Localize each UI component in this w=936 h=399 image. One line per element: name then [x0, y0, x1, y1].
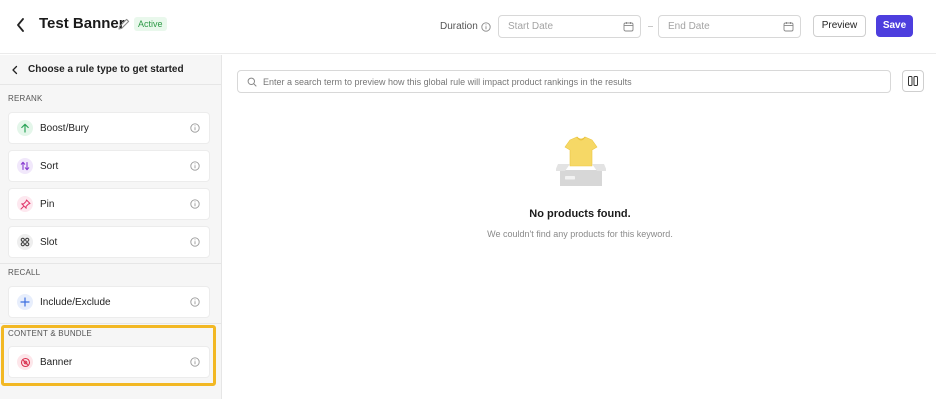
- sidebar-heading: Choose a rule type to get started: [28, 64, 184, 75]
- date-range-separator: [648, 26, 653, 27]
- rule-item-label: Sort: [40, 160, 59, 172]
- info-icon[interactable]: [190, 297, 200, 307]
- preview-button[interactable]: Preview: [813, 15, 866, 37]
- grid-slots-icon: [17, 234, 33, 250]
- info-icon[interactable]: [190, 161, 200, 171]
- plus-icon: [17, 294, 33, 310]
- rule-item-slot[interactable]: Slot: [8, 226, 210, 258]
- arrow-up-icon: [17, 120, 33, 136]
- pencil-icon: [118, 18, 130, 30]
- rule-item-label: Boost/Bury: [40, 122, 89, 134]
- end-date-placeholder: End Date: [668, 21, 710, 32]
- calendar-icon[interactable]: [783, 21, 794, 32]
- section-label-rerank: RERANK: [8, 94, 43, 103]
- rule-item-label: Pin: [40, 198, 55, 210]
- search-box[interactable]: [237, 70, 891, 93]
- sidebar-header[interactable]: Choose a rule type to get started: [0, 55, 221, 85]
- rule-type-sidebar: Choose a rule type to get started RERANK…: [0, 55, 222, 399]
- column-toggle-button[interactable]: [902, 70, 924, 92]
- empty-box-illustration: [556, 136, 606, 186]
- rule-item-label: Banner: [40, 356, 73, 368]
- sort-arrows-icon: [17, 158, 33, 174]
- banner-icon: [17, 354, 33, 370]
- calendar-icon[interactable]: [623, 21, 634, 32]
- info-icon[interactable]: [190, 237, 200, 247]
- page-title: Test Banner: [39, 15, 125, 32]
- duration-text: Duration: [440, 21, 478, 32]
- start-date-input[interactable]: Start Date: [498, 15, 641, 38]
- search-input[interactable]: [263, 76, 890, 87]
- columns-icon: [908, 76, 918, 86]
- rule-item-banner[interactable]: Banner: [8, 346, 210, 378]
- info-icon[interactable]: [190, 357, 200, 367]
- section-label-recall: RECALL: [8, 268, 41, 277]
- section-label-content-bundle: CONTENT & BUNDLE: [8, 329, 92, 338]
- start-date-placeholder: Start Date: [508, 21, 554, 32]
- empty-state-title: No products found.: [529, 208, 631, 220]
- rule-item-boost-bury[interactable]: Boost/Bury: [8, 112, 210, 144]
- search-icon: [247, 77, 257, 86]
- rule-item-label: Include/Exclude: [40, 296, 111, 308]
- edit-title-button[interactable]: [117, 17, 131, 31]
- info-icon[interactable]: [190, 199, 200, 209]
- rule-item-include-exclude[interactable]: Include/Exclude: [8, 286, 210, 318]
- info-icon[interactable]: [190, 123, 200, 133]
- rule-item-sort[interactable]: Sort: [8, 150, 210, 182]
- section-divider: [0, 263, 221, 264]
- save-button[interactable]: Save: [876, 15, 913, 37]
- chevron-left-icon: [17, 18, 24, 32]
- info-icon[interactable]: [481, 21, 491, 32]
- back-button[interactable]: [12, 15, 30, 35]
- chevron-left-icon: [12, 65, 18, 74]
- rule-item-pin[interactable]: Pin: [8, 188, 210, 220]
- section-divider: [0, 323, 221, 324]
- rule-item-label: Slot: [40, 236, 58, 248]
- duration-label: Duration: [440, 21, 491, 32]
- empty-state-subtitle: We couldn't find any products for this k…: [487, 229, 673, 239]
- status-badge: Active: [134, 17, 167, 31]
- end-date-input[interactable]: End Date: [658, 15, 801, 38]
- pin-icon: [17, 196, 33, 212]
- top-header: Test Banner Active Duration Start Date E…: [0, 0, 936, 54]
